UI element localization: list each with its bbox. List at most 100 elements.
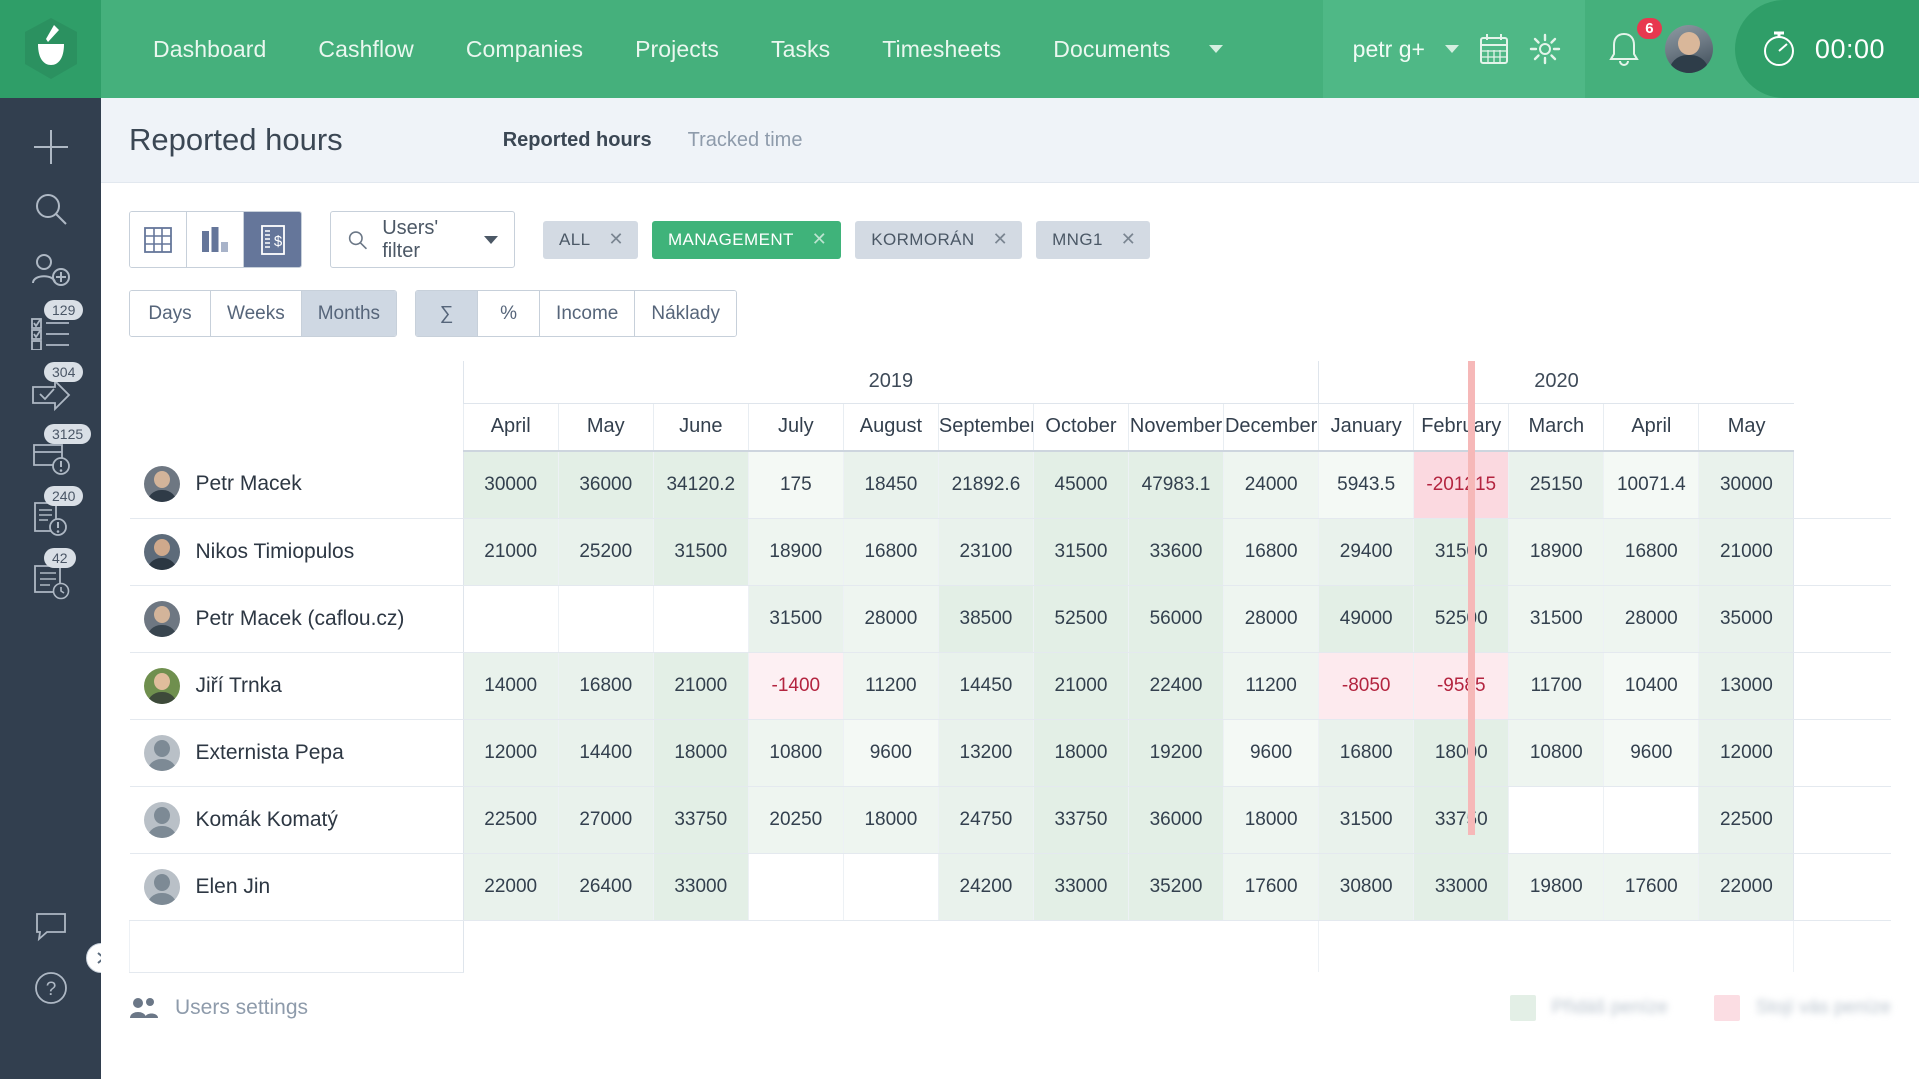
cell-value[interactable]: 22000	[1698, 853, 1794, 921]
chip-mng1[interactable]: MNG1 ✕	[1036, 220, 1151, 259]
cell-value[interactable]: 10071.4	[1603, 451, 1699, 519]
timer-zone[interactable]: 00:00	[1734, 0, 1919, 98]
table-row[interactable]: Elen Jin 22000 26400 33000 24200 33000 3…	[129, 853, 1891, 921]
month-header-november-2019[interactable]: November	[1127, 403, 1224, 452]
nav-item-cashflow[interactable]: Cashflow	[292, 0, 439, 98]
row-name-cell[interactable]: Komák Komatý	[129, 786, 464, 854]
cell-value[interactable]: 16800	[1318, 719, 1414, 787]
cell-value[interactable]: 22400	[1127, 652, 1224, 720]
nav-more-button[interactable]	[1197, 0, 1245, 98]
cell-value[interactable]: 18000	[1223, 786, 1319, 854]
cell-value[interactable]: 28000	[842, 585, 939, 653]
cell-value[interactable]: 13000	[1698, 652, 1794, 720]
nav-item-companies[interactable]: Companies	[440, 0, 609, 98]
month-header-may-2020[interactable]: May	[1698, 403, 1794, 452]
close-icon[interactable]: ✕	[993, 229, 1008, 250]
chip-management[interactable]: MANAGEMENT ✕	[651, 220, 842, 259]
cell-value[interactable]: 14000	[462, 652, 559, 720]
cell-value[interactable]: 18000	[1032, 719, 1129, 787]
cell-value[interactable]: 18450	[842, 451, 939, 519]
cell-value[interactable]: 13200	[937, 719, 1034, 787]
nav-item-dashboard[interactable]: Dashboard	[127, 0, 292, 98]
segment-sum[interactable]: ∑	[416, 291, 479, 336]
cell-value[interactable]: 18000	[1413, 719, 1509, 787]
cell-value[interactable]: 33750	[1032, 786, 1129, 854]
cell-value[interactable]: 36000	[557, 451, 654, 519]
nav-item-projects[interactable]: Projects	[609, 0, 745, 98]
sidebar-item-help[interactable]: ?	[0, 957, 101, 1019]
cell-value[interactable]: 45000	[1032, 451, 1129, 519]
cell-value[interactable]: 33000	[652, 853, 749, 921]
cell-value[interactable]: 16800	[1223, 518, 1319, 586]
row-name-cell[interactable]: Elen Jin	[129, 853, 464, 921]
tab-tracked-time[interactable]: Tracked time	[688, 129, 803, 152]
cell-value[interactable]: 19800	[1508, 853, 1604, 921]
nav-item-documents[interactable]: Documents	[1027, 0, 1196, 98]
chart-view-button[interactable]	[187, 212, 244, 267]
cell-value[interactable]: 18900	[747, 518, 844, 586]
cell-value[interactable]: 31500	[1508, 585, 1604, 653]
cell-value[interactable]: 29400	[1318, 518, 1414, 586]
invoice-view-button[interactable]: $	[244, 212, 301, 267]
cell-value[interactable]: 35000	[1698, 585, 1794, 653]
cell-value[interactable]: 33750	[1413, 786, 1509, 854]
avatar[interactable]	[1664, 25, 1713, 73]
cell-value[interactable]: 24750	[937, 786, 1034, 854]
cell-value[interactable]: 17600	[1223, 853, 1319, 921]
month-header-october-2019[interactable]: October	[1032, 403, 1129, 452]
cell-value[interactable]: 52500	[1032, 585, 1129, 653]
cell-value[interactable]: 30000	[1698, 451, 1794, 519]
sidebar-item-approvals[interactable]: 304	[0, 362, 101, 426]
cell-value[interactable]: 26400	[557, 853, 654, 921]
cell-value[interactable]: 31500	[747, 585, 844, 653]
month-header-may-2019[interactable]: May	[557, 403, 654, 452]
tab-reported-hours[interactable]: Reported hours	[503, 129, 652, 152]
cell-value[interactable]: 12000	[1698, 719, 1794, 787]
segment-income[interactable]: Income	[540, 291, 636, 336]
cell-value[interactable]: 14400	[557, 719, 654, 787]
cell-value[interactable]: 11200	[842, 652, 939, 720]
user-menu-label[interactable]: petr g+	[1353, 36, 1425, 63]
cell-value[interactable]: 31500	[1413, 518, 1509, 586]
cell-value[interactable]: 33000	[1032, 853, 1129, 921]
cell-value[interactable]: 21000	[462, 518, 559, 586]
row-name-cell[interactable]: Jiří Trnka	[129, 652, 464, 720]
nav-item-tasks[interactable]: Tasks	[745, 0, 856, 98]
bell-icon[interactable]	[1607, 30, 1641, 68]
cell-value[interactable]: 9600	[1603, 719, 1699, 787]
table-row[interactable]: Komák Komatý 22500 27000 33750 20250 180…	[129, 786, 1891, 854]
cell-value[interactable]: 38500	[937, 585, 1034, 653]
cell-value[interactable]: 10800	[1508, 719, 1604, 787]
cell-value[interactable]: 34120.2	[652, 451, 749, 519]
month-header-august-2019[interactable]: August	[842, 403, 939, 452]
row-name-cell[interactable]: Petr Macek (caflou.cz)	[129, 585, 464, 653]
cell-value[interactable]: 14450	[937, 652, 1034, 720]
cell-value[interactable]	[652, 585, 749, 653]
table-view-button[interactable]	[130, 212, 187, 267]
cell-value[interactable]: 21000	[1698, 518, 1794, 586]
cell-value[interactable]: 9600	[842, 719, 939, 787]
cell-value[interactable]: 36000	[1127, 786, 1224, 854]
cell-value[interactable]: 21000	[1032, 652, 1129, 720]
cell-value[interactable]: 24000	[1223, 451, 1319, 519]
cell-value[interactable]: 47983.1	[1127, 451, 1224, 519]
cell-value[interactable]: 56000	[1127, 585, 1224, 653]
users-settings-link[interactable]: Users settings	[129, 996, 308, 1020]
cell-value[interactable]	[747, 853, 844, 921]
row-name-cell[interactable]: Nikos Timiopulos	[129, 518, 464, 586]
sidebar-item-add[interactable]	[0, 116, 101, 178]
cell-value[interactable]: 31500	[1318, 786, 1414, 854]
cell-value[interactable]	[842, 853, 939, 921]
row-name-cell[interactable]: Externista Pepa	[129, 719, 464, 787]
segment-weeks[interactable]: Weeks	[211, 291, 302, 336]
gear-icon[interactable]	[1529, 33, 1561, 65]
month-header-june-2019[interactable]: June	[652, 403, 749, 452]
sidebar-item-search[interactable]	[0, 178, 101, 240]
sidebar-item-add-user[interactable]	[0, 240, 101, 302]
table-row[interactable]: Nikos Timiopulos 21000 25200 31500 18900…	[129, 518, 1891, 586]
cell-value[interactable]: 11700	[1508, 652, 1604, 720]
chevron-down-icon[interactable]	[1444, 45, 1459, 53]
cell-value[interactable]: 22500	[462, 786, 559, 854]
segment-months[interactable]: Months	[301, 291, 397, 336]
cell-value[interactable]: 18000	[842, 786, 939, 854]
